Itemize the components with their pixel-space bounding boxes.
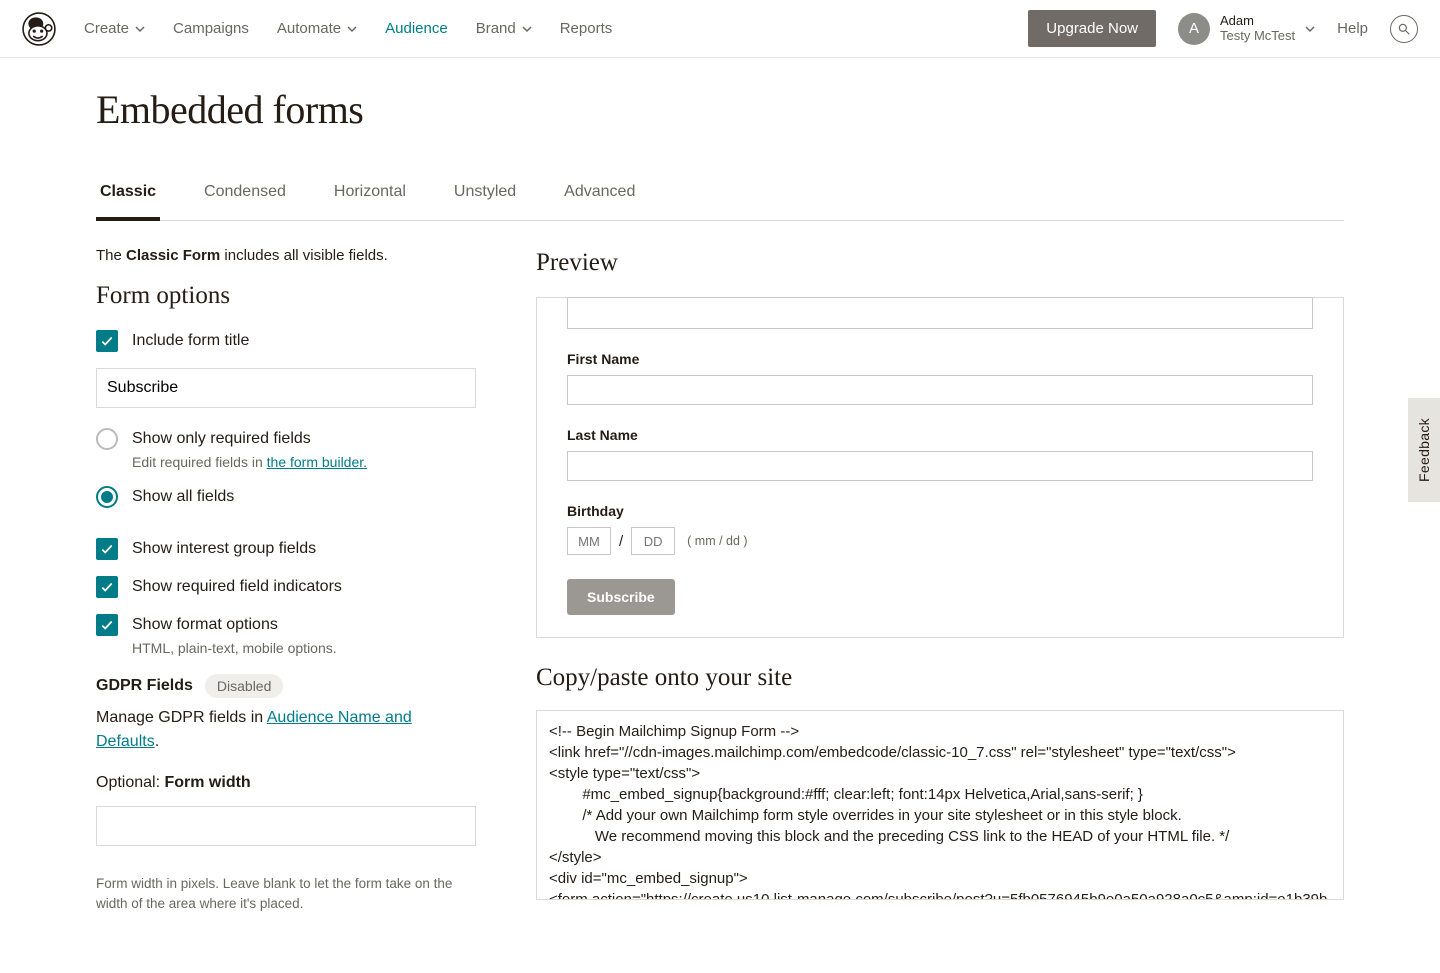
field-label: Birthday [567, 503, 1313, 519]
tab-condensed[interactable]: Condensed [200, 173, 290, 220]
form-width-pre: Optional: [96, 774, 164, 791]
nav-item-audience[interactable]: Audience [385, 20, 448, 37]
avatar: A [1178, 13, 1210, 45]
nav-items: Create Campaigns Automate Audience Brand… [84, 20, 1028, 37]
opt-label: Show required field indicators [132, 576, 342, 598]
account-text: Adam Testy McTest [1220, 14, 1295, 44]
bday-hint: ( mm / dd ) [687, 534, 747, 548]
radio-all-fields[interactable] [96, 486, 118, 508]
gdpr-badge: Disabled [205, 674, 283, 698]
checkbox-required-indicators[interactable] [96, 576, 118, 598]
preview-field-last-name: Last Name [567, 427, 1313, 481]
preview-heading: Preview [536, 249, 1344, 277]
form-width-help: Form width in pixels. Leave blank to let… [96, 874, 476, 913]
chevron-down-icon [135, 24, 145, 34]
opt-label: Show only required fields [132, 428, 367, 450]
logo[interactable] [22, 12, 56, 46]
nav-item-automate[interactable]: Automate [277, 20, 357, 37]
preview-panel: Preview First Name Last Name Birthday / [536, 247, 1344, 913]
nav-item-create[interactable]: Create [84, 20, 145, 37]
nav-right: Upgrade Now A Adam Testy McTest Help [1028, 10, 1418, 47]
nav-label: Automate [277, 20, 341, 37]
account-menu[interactable]: A Adam Testy McTest [1178, 13, 1315, 45]
search-button[interactable] [1390, 15, 1418, 43]
monkey-logo-icon [22, 12, 56, 46]
opt-label: Show interest group fields [132, 538, 316, 560]
feedback-tab[interactable]: Feedback [1408, 398, 1440, 502]
opt-label: Show all fields [132, 486, 234, 508]
nav-label: Create [84, 20, 129, 37]
nav-item-campaigns[interactable]: Campaigns [173, 20, 249, 37]
chevron-down-icon [1305, 24, 1315, 34]
help-link[interactable]: Help [1337, 20, 1368, 37]
intro-bold: Classic Form [126, 247, 220, 264]
subscribe-button[interactable]: Subscribe [567, 579, 675, 615]
field-label: Last Name [567, 427, 1313, 443]
intro-text: The Classic Form includes all visible fi… [96, 247, 476, 264]
input-form-width[interactable] [96, 806, 476, 846]
gdpr-text: Manage GDPR fields in Audience Name and … [96, 706, 476, 754]
opt-include-title: Include form title [96, 330, 476, 352]
chevron-down-icon [522, 24, 532, 34]
radio-required-only[interactable] [96, 428, 118, 450]
account-name: Adam [1220, 14, 1295, 29]
preview-field-first-name: First Name [567, 351, 1313, 405]
first-name-input[interactable] [567, 375, 1313, 405]
options-panel: The Classic Form includes all visible fi… [96, 247, 476, 913]
preview-box: First Name Last Name Birthday / ( mm / d… [536, 297, 1344, 638]
intro-pre: The [96, 247, 126, 264]
birthday-mm-input[interactable] [567, 527, 611, 555]
opt-sub-pre: Edit required fields in [132, 454, 267, 470]
account-sub: Testy McTest [1220, 29, 1295, 44]
opt-interest-groups: Show interest group fields [96, 538, 476, 560]
nav-label: Audience [385, 20, 448, 37]
preview-field-birthday: Birthday / ( mm / dd ) [567, 503, 1313, 555]
opt-label: Show format options [132, 614, 337, 636]
gdpr-row: GDPR Fields Disabled [96, 674, 476, 698]
form-width-label: Optional: Form width [96, 774, 476, 792]
gdpr-text-pre: Manage GDPR fields in [96, 709, 267, 726]
form-options-heading: Form options [96, 282, 476, 310]
nav-item-brand[interactable]: Brand [476, 20, 532, 37]
search-icon [1397, 22, 1411, 36]
tab-unstyled[interactable]: Unstyled [450, 173, 520, 220]
nav-item-reports[interactable]: Reports [560, 20, 613, 37]
tab-advanced[interactable]: Advanced [560, 173, 639, 220]
form-width-bold: Form width [164, 774, 250, 791]
last-name-input[interactable] [567, 451, 1313, 481]
tabs: Classic Condensed Horizontal Unstyled Ad… [96, 173, 1344, 221]
opt-sub: HTML, plain-text, mobile options. [132, 640, 337, 656]
page: Embedded forms Classic Condensed Horizon… [72, 86, 1368, 973]
upgrade-button[interactable]: Upgrade Now [1028, 10, 1156, 47]
input-form-title[interactable] [96, 368, 476, 408]
opt-required-indicators: Show required field indicators [96, 576, 476, 598]
tab-horizontal[interactable]: Horizontal [330, 173, 410, 220]
nav-label: Campaigns [173, 20, 249, 37]
checkbox-interest-groups[interactable] [96, 538, 118, 560]
opt-all-fields: Show all fields [96, 486, 476, 508]
nav-label: Reports [560, 20, 613, 37]
checkbox-format-options[interactable] [96, 614, 118, 636]
gdpr-label: GDPR Fields [96, 677, 193, 695]
birthday-dd-input[interactable] [631, 527, 675, 555]
embed-code-box[interactable]: <!-- Begin Mailchimp Signup Form --> <li… [536, 710, 1344, 900]
intro-post: includes all visible fields. [220, 247, 388, 264]
opt-required-only: Show only required fields Edit required … [96, 428, 476, 470]
copypaste-heading: Copy/paste onto your site [536, 664, 1344, 692]
gdpr-text-post: . [155, 733, 159, 750]
field-label: First Name [567, 351, 1313, 367]
preview-input-top[interactable] [567, 297, 1313, 329]
chevron-down-icon [347, 24, 357, 34]
tab-classic[interactable]: Classic [96, 173, 160, 221]
feedback-label: Feedback [1416, 418, 1432, 482]
opt-label: Include form title [132, 330, 249, 352]
opt-sub: Edit required fields in the form builder… [132, 454, 367, 470]
checkbox-include-title[interactable] [96, 330, 118, 352]
bday-slash: / [619, 533, 623, 550]
form-builder-link[interactable]: the form builder. [267, 454, 367, 470]
nav-label: Brand [476, 20, 516, 37]
page-title: Embedded forms [96, 86, 1344, 133]
opt-format-options: Show format options HTML, plain-text, mo… [96, 614, 476, 656]
top-nav: Create Campaigns Automate Audience Brand… [0, 0, 1440, 58]
